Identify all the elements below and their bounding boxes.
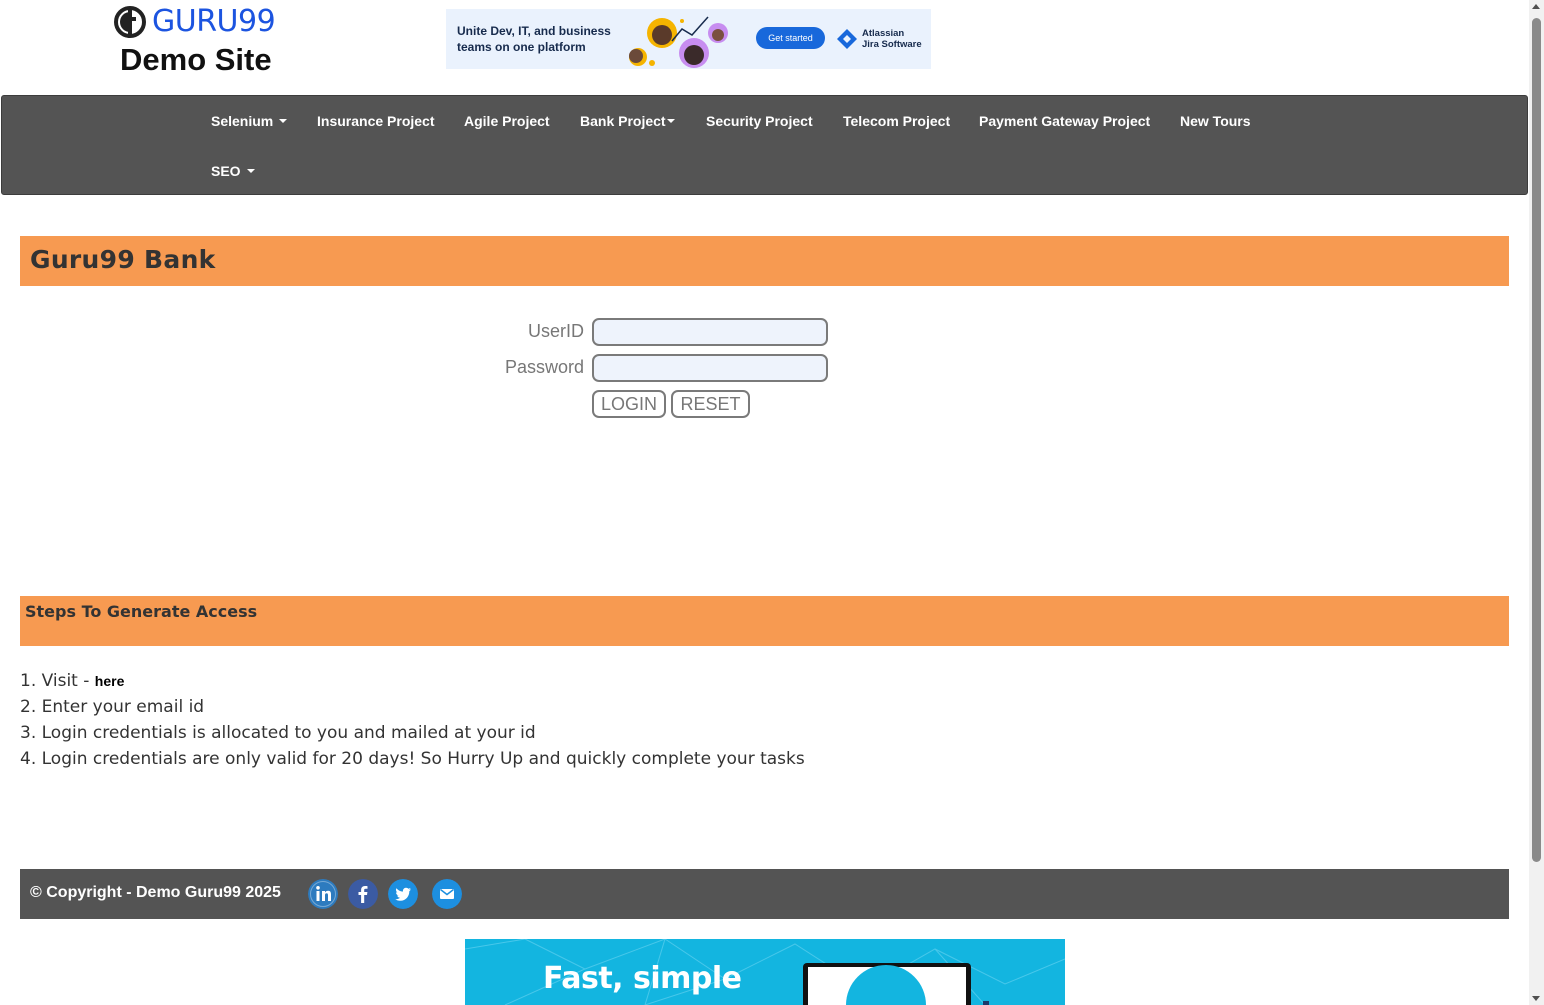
copyright-text: © Copyright - Demo Guru99 2025 <box>30 884 281 901</box>
nav-item-label: New Tours <box>1180 113 1251 129</box>
ad-brand: Atlassian Jira Software <box>862 28 922 50</box>
ad-get-started-button[interactable]: Get started <box>756 27 825 49</box>
list-item: 4. Login credentials are only valid for … <box>20 749 805 769</box>
steps-list: 1. Visit - here 2. Enter your email id 3… <box>20 668 805 772</box>
guru99-logo-icon <box>114 6 146 38</box>
linkedin-icon[interactable] <box>308 879 338 909</box>
nav-item-label: Insurance Project <box>317 113 435 129</box>
chevron-down-icon <box>246 169 255 174</box>
visit-here-link[interactable]: here <box>95 673 125 689</box>
nav-item-new-tours[interactable]: New Tours <box>1180 112 1251 130</box>
scrollbar-thumb[interactable] <box>1532 18 1541 862</box>
nav-item-label: Selenium <box>211 113 274 129</box>
ad-brand-line2: Jira Software <box>862 39 922 50</box>
list-item: 1. Visit - here <box>20 668 805 694</box>
chevron-down-icon <box>279 119 288 124</box>
nav-item-label: SEO <box>211 163 241 179</box>
email-icon[interactable] <box>432 879 462 909</box>
step-text: 1. Visit - <box>20 671 95 691</box>
nav-item-agile-project[interactable]: Agile Project <box>464 112 550 130</box>
nav-item-label: Agile Project <box>464 113 550 129</box>
ad-text: Unite Dev, IT, and business teams on one… <box>457 24 611 54</box>
page-title: Guru99 Bank <box>30 245 216 274</box>
vertical-scrollbar[interactable] <box>1529 0 1544 1005</box>
main-navbar: Selenium Insurance Project Agile Project… <box>1 95 1528 195</box>
nav-item-label: Bank Project <box>580 113 666 129</box>
footer: © Copyright - Demo Guru99 2025 <box>20 869 1509 919</box>
nav-item-telecom-project[interactable]: Telecom Project <box>843 112 950 130</box>
password-input[interactable] <box>592 354 828 382</box>
scroll-up-arrow-icon[interactable] <box>1532 4 1540 9</box>
ad-brand-line1: Atlassian <box>862 28 905 39</box>
steps-header-bar: Steps To Generate Access <box>20 596 1509 646</box>
login-button[interactable]: LOGIN <box>592 390 666 418</box>
bank-header-bar: Guru99 Bank <box>20 236 1509 286</box>
list-item: 3. Login credentials is allocated to you… <box>20 723 536 743</box>
ad-headline: Fast, simple <box>543 961 742 996</box>
nav-item-label: Telecom Project <box>843 113 951 129</box>
reset-button[interactable]: RESET <box>671 390 750 418</box>
site-logo[interactable]: GURU99 Demo Site <box>114 4 294 77</box>
nav-item-insurance-project[interactable]: Insurance Project <box>317 112 435 130</box>
nav-item-security-project[interactable]: Security Project <box>706 112 813 130</box>
password-label: Password <box>504 357 584 377</box>
nav-item-selenium[interactable]: Selenium <box>211 112 288 130</box>
scroll-down-arrow-icon[interactable] <box>1532 996 1540 1001</box>
nav-item-label: Payment Gateway Project <box>979 113 1151 129</box>
nav-item-label: Security Project <box>706 113 813 129</box>
logo-text: GURU99 <box>152 4 276 39</box>
userid-label: UserID <box>527 321 584 341</box>
userid-input[interactable] <box>592 318 828 346</box>
list-item: 2. Enter your email id <box>20 697 205 717</box>
nav-item-bank-project[interactable]: Bank Project <box>580 112 675 130</box>
facebook-icon[interactable] <box>348 879 378 909</box>
steps-title: Steps To Generate Access <box>25 602 258 621</box>
nav-item-seo[interactable]: SEO <box>211 162 255 180</box>
twitter-icon[interactable] <box>388 879 418 909</box>
jira-diamond-icon <box>837 29 857 49</box>
bottom-banner-ad[interactable]: Fast, simple <box>465 939 1065 1005</box>
ad-people-illustration <box>629 16 728 68</box>
top-banner-ad[interactable]: Unite Dev, IT, and business teams on one… <box>446 9 931 69</box>
chevron-down-icon <box>666 119 675 124</box>
logo-subtitle: Demo Site <box>120 42 272 77</box>
nav-item-payment-gateway-project[interactable]: Payment Gateway Project <box>979 112 1150 130</box>
